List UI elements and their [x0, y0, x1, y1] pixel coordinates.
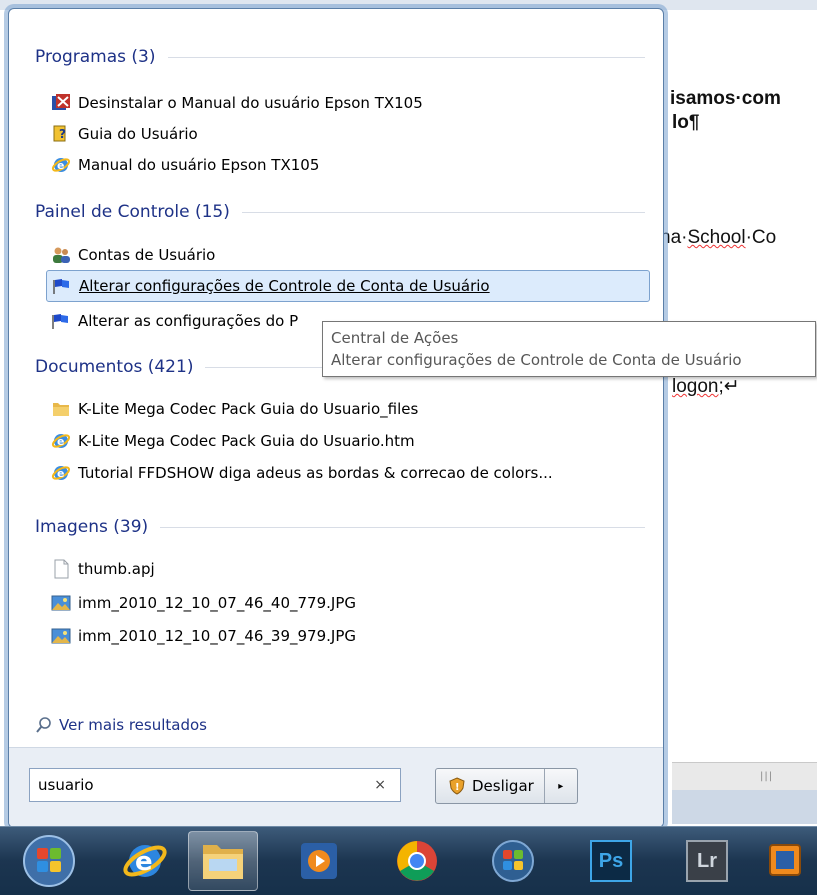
svg-text:?: ? — [59, 127, 66, 141]
action-center-flag-icon — [51, 275, 73, 297]
document-status-bar — [672, 790, 817, 824]
result-label: imm_2010_12_10_07_46_39_979.JPG — [78, 627, 356, 645]
shutdown-button[interactable]: ! Desligar — [436, 769, 545, 803]
chrome-icon[interactable] — [382, 831, 452, 891]
uac-shield-icon: ! — [448, 777, 466, 795]
tooltip-title: Central de Ações — [331, 329, 459, 347]
start-menu: Programas (3) Desinstalar o Manual do us… — [8, 8, 664, 828]
group-header-control-panel[interactable]: Painel de Controle (15) — [35, 199, 645, 225]
lightroom-icon[interactable]: Lr — [672, 831, 742, 891]
scrollbar-grip-icon: ||| — [760, 771, 774, 782]
search-icon — [35, 716, 53, 734]
image-file-icon — [50, 592, 72, 614]
divider — [160, 526, 645, 528]
help-guide-icon: ? — [50, 123, 72, 145]
shutdown-label: Desligar — [472, 777, 534, 795]
document-text-line: logon;↵ — [672, 376, 740, 397]
shutdown-button-group: ! Desligar ▸ — [435, 768, 578, 804]
result-label: imm_2010_12_10_07_46_40_779.JPG — [78, 594, 356, 612]
result-item-selected[interactable]: Alterar configurações de Controle de Con… — [46, 270, 650, 302]
svg-text:e: e — [135, 847, 153, 877]
svg-text:e: e — [57, 159, 64, 172]
svg-text:!: ! — [455, 782, 460, 793]
internet-explorer-icon: e — [50, 430, 72, 452]
result-label: Alterar configurações de Controle de Con… — [79, 277, 490, 295]
group-header-programs[interactable]: Programas (3) — [35, 44, 645, 70]
result-label: Alterar as configurações do P — [78, 312, 299, 330]
result-item[interactable]: e Manual do usuário Epson TX105 — [46, 151, 650, 179]
result-label: Contas de Usuário — [78, 246, 216, 264]
result-label: Manual do usuário Epson TX105 — [78, 156, 320, 174]
start-orb-icon[interactable] — [14, 831, 84, 891]
group-title: Programas (3) — [35, 47, 156, 67]
svg-text:e: e — [57, 435, 64, 448]
result-item[interactable]: imm_2010_12_10_07_46_39_979.JPG — [46, 622, 650, 650]
result-label: Tutorial FFDSHOW diga adeus as bordas & … — [78, 464, 553, 482]
group-title: Imagens (39) — [35, 517, 149, 537]
see-more-results-link[interactable]: Ver mais resultados — [35, 716, 207, 734]
document-text-line: isamos·com — [670, 88, 781, 109]
search-input[interactable] — [30, 775, 360, 795]
result-label: thumb.apj — [78, 560, 155, 578]
file-explorer-icon[interactable] — [188, 831, 258, 891]
divider — [167, 56, 645, 58]
document-text-line: na·School·Co — [660, 227, 777, 248]
action-center-flag-icon — [50, 310, 72, 332]
lightroom-label: Lr — [686, 840, 728, 882]
start-menu-bottom-bar: × ! Desligar ▸ — [9, 747, 663, 827]
result-label: Guia do Usuário — [78, 125, 198, 143]
clear-search-icon[interactable]: × — [374, 777, 386, 793]
internet-explorer-icon: e — [50, 462, 72, 484]
result-label: K-Lite Mega Codec Pack Guia do Usuario_f… — [78, 400, 419, 418]
user-accounts-icon — [50, 244, 72, 266]
search-box[interactable]: × — [29, 768, 401, 802]
result-label: K-Lite Mega Codec Pack Guia do Usuario.h… — [78, 432, 415, 450]
image-file-icon — [50, 625, 72, 647]
tooltip: Central de Ações Alterar configurações d… — [322, 321, 816, 377]
result-label: Desinstalar o Manual do usuário Epson TX… — [78, 94, 423, 112]
internet-explorer-icon: e — [50, 154, 72, 176]
internet-explorer-icon[interactable]: e — [110, 831, 180, 891]
tooltip-description: Alterar configurações de Controle de Con… — [331, 351, 742, 369]
uninstall-icon — [50, 92, 72, 114]
document-text-line: lo¶ — [672, 112, 700, 133]
svg-text:e: e — [57, 467, 64, 480]
document-horizontal-scrollbar[interactable]: ||| — [672, 762, 817, 791]
see-more-results-label: Ver mais resultados — [59, 716, 207, 734]
shutdown-options-arrow-icon[interactable]: ▸ — [545, 769, 577, 803]
taskbar: e Ps Lr — [0, 826, 817, 895]
result-item[interactable]: thumb.apj — [46, 555, 650, 583]
photoshop-label: Ps — [590, 840, 632, 882]
result-item[interactable]: Contas de Usuário — [46, 241, 650, 269]
virtualbox-icon[interactable] — [758, 831, 817, 891]
result-item[interactable]: Desinstalar o Manual do usuário Epson TX… — [46, 89, 650, 117]
group-header-images[interactable]: Imagens (39) — [35, 514, 645, 540]
result-item[interactable]: e Tutorial FFDSHOW diga adeus as bordas … — [46, 459, 650, 487]
result-item[interactable]: ? Guia do Usuário — [46, 120, 650, 148]
folder-icon — [50, 398, 72, 420]
result-item[interactable]: K-Lite Mega Codec Pack Guia do Usuario_f… — [46, 395, 650, 423]
group-title: Documentos (421) — [35, 357, 194, 377]
divider — [241, 211, 645, 213]
windows-icon[interactable] — [478, 831, 548, 891]
photoshop-icon[interactable]: Ps — [576, 831, 646, 891]
blank-file-icon — [50, 558, 72, 580]
media-player-icon[interactable] — [284, 831, 354, 891]
group-title: Painel de Controle (15) — [35, 202, 230, 222]
result-item[interactable]: e K-Lite Mega Codec Pack Guia do Usuario… — [46, 427, 650, 455]
result-item[interactable]: imm_2010_12_10_07_46_40_779.JPG — [46, 589, 650, 617]
